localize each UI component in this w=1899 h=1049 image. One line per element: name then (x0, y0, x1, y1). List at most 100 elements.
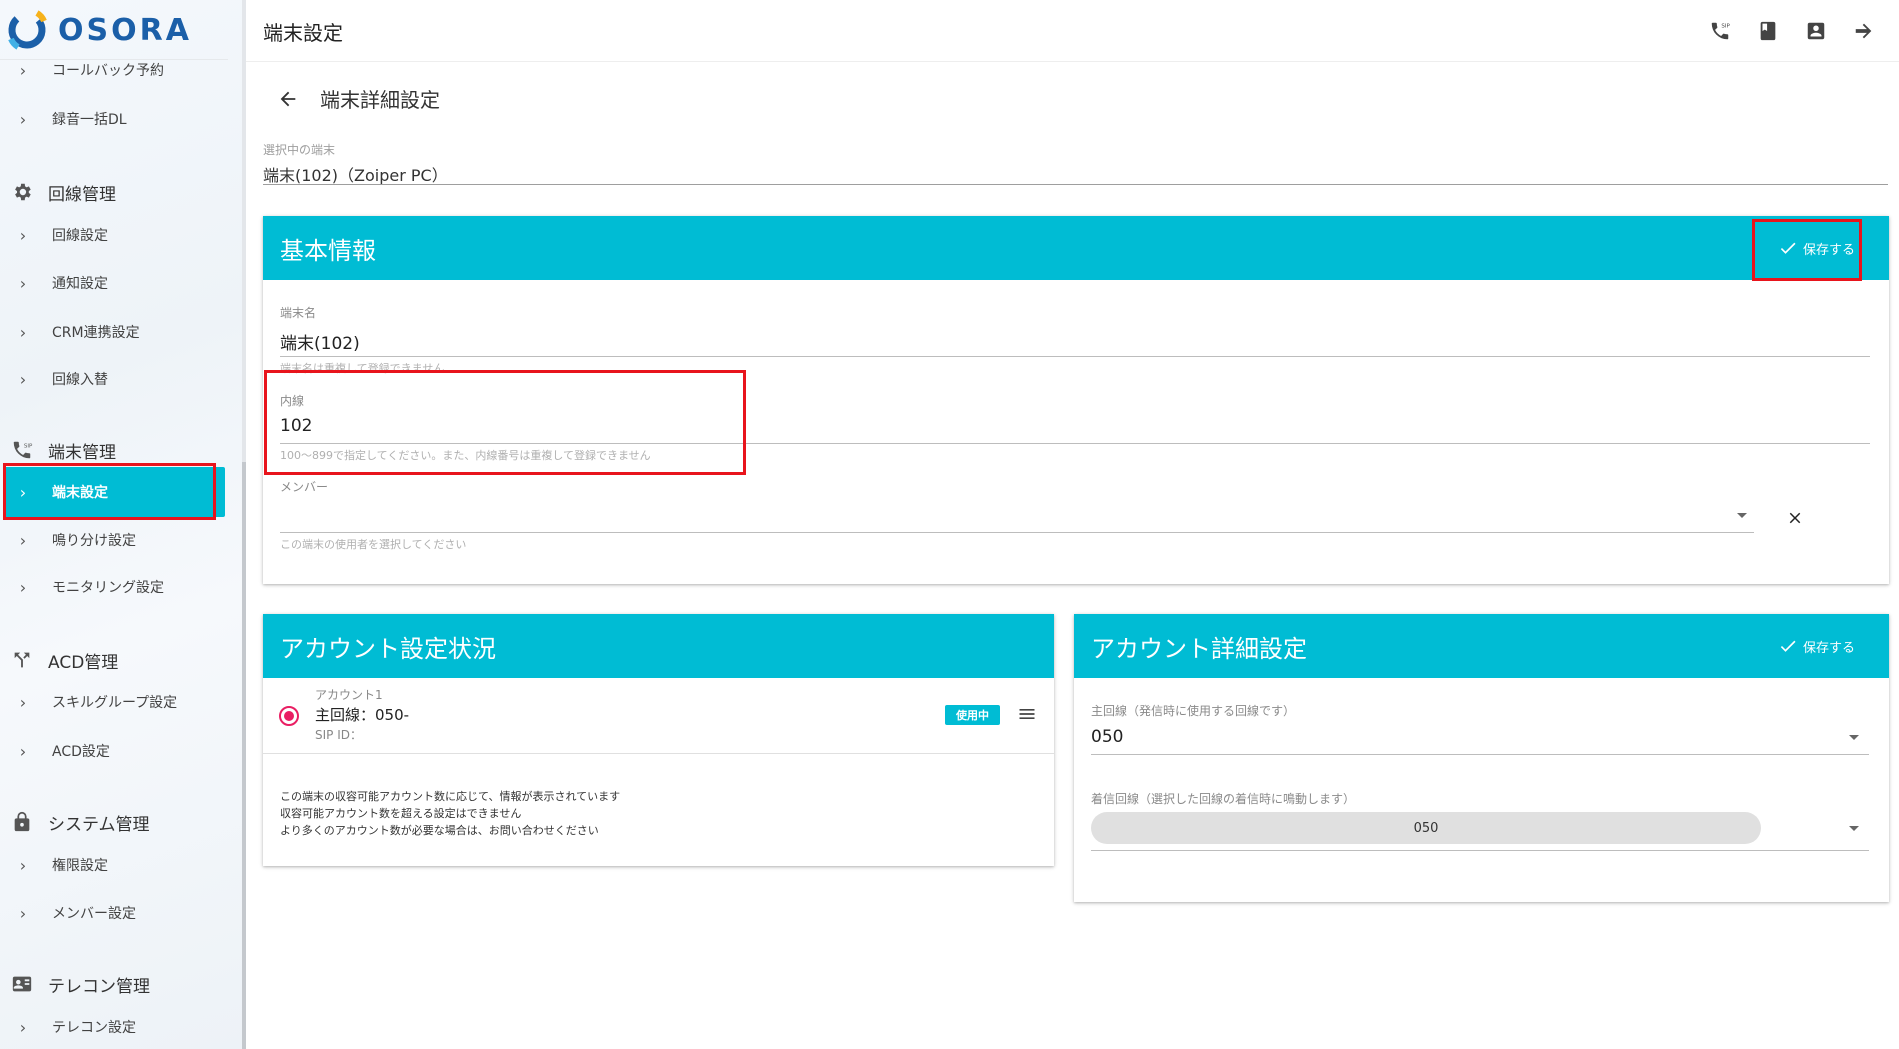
sidebar-group-telecon: テレコン管理 (10, 969, 150, 999)
sidebar-item-notification[interactable]: › 通知設定 (8, 261, 222, 305)
account-notes: この端末の収容可能アカウント数に応じて、情報が表示されています 収容可能アカウン… (280, 788, 620, 839)
save-button[interactable]: 保存する (1778, 232, 1855, 264)
member-label: メンバー (280, 480, 329, 494)
card-header: 基本情報 保存する (263, 216, 1889, 280)
dropdown-arrow-icon[interactable] (1737, 513, 1747, 518)
svg-text:SIP: SIP (24, 443, 33, 449)
sidebar-item-label: テレコン設定 (52, 1020, 136, 1036)
card-header: アカウント詳細設定 保存する (1074, 614, 1889, 678)
menu-icon[interactable] (1015, 702, 1039, 726)
terminal-name-field[interactable]: 端末(102) (280, 329, 360, 354)
osora-logo[interactable]: OSORA (6, 8, 192, 52)
account-sip-id: SIP ID： (315, 728, 362, 742)
sidebar-item-recording-dl[interactable]: › 録音一括DL (8, 97, 222, 141)
contact-icon[interactable] (1801, 16, 1831, 46)
sidebar-item-members[interactable]: › メンバー設定 (8, 891, 222, 935)
chevron-right-icon: › (19, 60, 27, 80)
sidebar-item-label: 回線入替 (52, 372, 108, 388)
sidebar-item-skill-group[interactable]: › スキルグループ設定 (8, 680, 222, 724)
save-button[interactable]: 保存する (1778, 630, 1855, 662)
field-underline (1091, 850, 1869, 851)
save-button-label: 保存する (1802, 640, 1855, 656)
scrollbar-thumb[interactable] (242, 462, 246, 1049)
account-status-card: アカウント設定状況 アカウント1 主回線：050- SIP ID： 使用中 この… (263, 614, 1054, 866)
lock-icon (10, 810, 34, 834)
chevron-right-icon: › (19, 692, 27, 712)
clear-icon[interactable] (1783, 506, 1807, 530)
sidebar-item-label: スキルグループ設定 (52, 695, 178, 711)
sidebar-item-crm[interactable]: › CRM連携設定 (8, 310, 222, 354)
sidebar-group-title: 端末管理 (48, 442, 116, 463)
sidebar-item-line-swap[interactable]: › 回線入替 (8, 357, 222, 401)
detail-header: 端末詳細設定 (276, 84, 440, 113)
sidebar-item-label: 通知設定 (52, 276, 108, 292)
card-title: アカウント設定状況 (280, 634, 496, 663)
chevron-right-icon: › (19, 855, 27, 875)
sidebar-item-telecon-settings[interactable]: › テレコン設定 (8, 1005, 222, 1049)
chevron-right-icon: › (19, 530, 27, 550)
sidebar-item-line-settings[interactable]: › 回線設定 (8, 213, 222, 257)
page-title: 端末設定 (263, 21, 343, 45)
chevron-right-icon: › (19, 225, 27, 245)
selected-terminal-value: 端末(102)（Zoiper PC） (263, 166, 448, 185)
account-main-line: 主回線：050- (315, 706, 410, 724)
note-line: この端末の収容可能アカウント数に応じて、情報が表示されています (280, 790, 621, 803)
sidebar-item-terminal-settings[interactable]: › 端末設定 (4, 467, 225, 517)
sidebar-item-callback[interactable]: › コールバック予約 (8, 48, 222, 92)
save-button-label: 保存する (1802, 242, 1855, 258)
sidebar-item-acd-settings[interactable]: › ACD設定 (8, 729, 222, 773)
account-row[interactable]: アカウント1 主回線：050- SIP ID： 使用中 (263, 678, 1054, 754)
sidebar-scrollbar[interactable] (242, 0, 246, 1049)
gear-icon (10, 180, 34, 204)
sip-phone-icon[interactable]: SIP (1705, 16, 1735, 46)
chevron-right-icon: › (19, 273, 27, 293)
field-underline (280, 532, 1754, 533)
chevron-right-icon: › (19, 741, 27, 761)
contact-card-icon (10, 972, 34, 996)
dropdown-arrow-icon[interactable] (1849, 826, 1859, 831)
card-title: 基本情報 (280, 236, 376, 265)
account-detail-card: アカウント詳細設定 保存する 主回線（発信時に使用する回線です） 050 着信回… (1074, 614, 1889, 902)
sidebar-item-label: 端末設定 (52, 485, 108, 501)
chevron-right-icon: › (19, 369, 27, 389)
selected-terminal-label: 選択中の端末 (263, 143, 336, 157)
check-icon (1778, 636, 1798, 656)
radio-dot (284, 711, 294, 721)
check-icon (1778, 238, 1798, 258)
chevron-right-icon: › (19, 1017, 27, 1037)
sidebar-item-ring-settings[interactable]: › 鳴り分け設定 (8, 518, 222, 562)
sidebar-group-line: 回線管理 (10, 177, 116, 207)
call-split-icon (10, 648, 34, 672)
field-underline (280, 443, 1870, 444)
sidebar-group-title: システム管理 (48, 814, 150, 835)
detail-title: 端末詳細設定 (320, 88, 440, 112)
book-icon[interactable] (1753, 16, 1783, 46)
top-icon-bar: SIP (1705, 16, 1879, 46)
extension-field[interactable]: 102 (280, 416, 312, 436)
account-name: アカウント1 (315, 688, 383, 702)
incoming-line-chip[interactable]: 050 (1091, 812, 1761, 844)
selected-terminal-underline (263, 184, 1888, 185)
field-underline (1091, 754, 1869, 755)
arrow-left-icon[interactable] (276, 87, 300, 111)
sidebar-group-acd: ACD管理 (10, 645, 118, 675)
sidebar: OSORA › コールバック予約 › 録音一括DL 回線管理 › 回線設定 › … (0, 0, 246, 1049)
chevron-right-icon: › (19, 903, 27, 923)
main-line-select[interactable]: 050 (1091, 727, 1871, 751)
chevron-right-icon: › (19, 482, 27, 502)
member-select[interactable] (280, 506, 1800, 532)
status-badge: 使用中 (945, 705, 1000, 725)
sidebar-group-title: テレコン管理 (48, 976, 150, 997)
sidebar-item-permissions[interactable]: › 権限設定 (8, 843, 222, 887)
main-line-label: 主回線（発信時に使用する回線です） (1091, 704, 1296, 718)
incoming-line-label: 着信回線（選択した回線の着信時に鳴動します） (1091, 792, 1356, 806)
basic-info-card: 基本情報 保存する 端末名 端末(102) 端末名は重複して登録できません 内線… (263, 216, 1889, 584)
logout-arrow-icon[interactable] (1849, 16, 1879, 46)
card-title: アカウント詳細設定 (1091, 634, 1307, 663)
radio-button[interactable] (279, 706, 299, 726)
sidebar-item-label: コールバック予約 (52, 63, 164, 79)
sidebar-item-monitoring[interactable]: › モニタリング設定 (8, 565, 222, 609)
dropdown-arrow-icon[interactable] (1849, 735, 1859, 740)
sidebar-group-title: ACD管理 (48, 652, 119, 673)
chevron-right-icon: › (19, 577, 27, 597)
